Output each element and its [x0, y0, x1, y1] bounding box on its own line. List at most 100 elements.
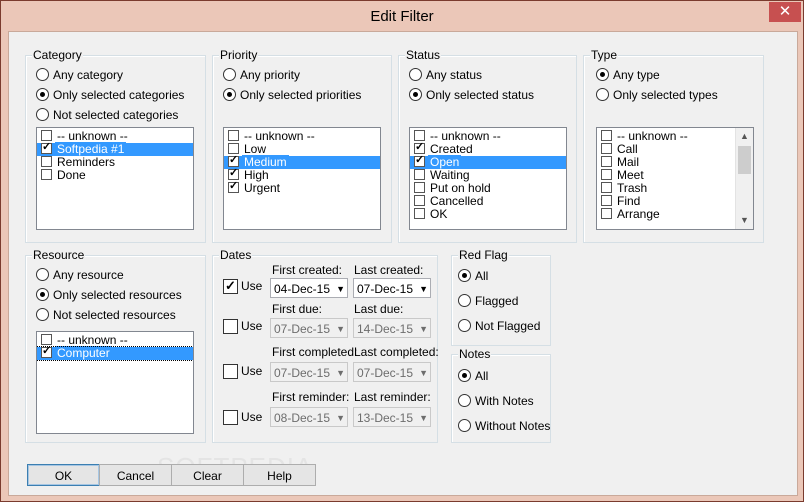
- chevron-down-icon[interactable]: ▼: [336, 319, 345, 339]
- type-list[interactable]: -- unknown -- Call Mail Meet Trash Find …: [596, 127, 754, 230]
- checkbox-icon[interactable]: [414, 208, 425, 219]
- checkbox-icon[interactable]: [601, 195, 612, 206]
- last-created-date-picker[interactable]: 07-Dec-15 ▼: [353, 278, 431, 298]
- checkbox-icon[interactable]: [414, 169, 425, 180]
- red-flag-group-label: Red Flag: [458, 248, 509, 262]
- last-reminder-date-picker[interactable]: 13-Dec-15 ▼: [353, 407, 431, 427]
- checkbox-icon[interactable]: [41, 169, 52, 180]
- category-list[interactable]: -- unknown -- Softpedia #1 Reminders Don…: [36, 127, 194, 230]
- list-item[interactable]: Arrange: [597, 208, 753, 221]
- checkbox-icon[interactable]: [601, 182, 612, 193]
- dates-group-label: Dates: [219, 248, 253, 262]
- radio-any-type[interactable]: Any type: [596, 67, 660, 83]
- priority-list[interactable]: -- unknown -- Low Medium High Urgent: [223, 127, 381, 230]
- resource-list[interactable]: -- unknown -- Computer: [36, 331, 194, 434]
- checkbox-icon[interactable]: [228, 130, 239, 141]
- last-completed-date-picker[interactable]: 07-Dec-15 ▼: [353, 362, 431, 382]
- radio-icon: [223, 68, 236, 81]
- use-label: Use: [241, 319, 263, 333]
- radio-icon: [36, 68, 49, 81]
- checkbox-icon[interactable]: [601, 143, 612, 154]
- notes-group: Notes All With Notes Without Notes: [451, 347, 551, 443]
- radio-flag-all[interactable]: All: [458, 268, 488, 284]
- use-created-checkbox[interactable]: [223, 278, 238, 294]
- checkbox-icon[interactable]: [228, 143, 239, 154]
- status-group: Status Any status Only selected status -…: [398, 48, 577, 243]
- checkbox-icon[interactable]: [414, 154, 425, 167]
- checkbox-icon[interactable]: [228, 154, 239, 167]
- dialog-client-area: SOFTPEDIA Category Any category Only sel…: [8, 31, 798, 496]
- use-reminder-checkbox[interactable]: [223, 410, 238, 425]
- first-created-date-picker[interactable]: 04-Dec-15 ▼: [270, 278, 348, 298]
- chevron-down-icon[interactable]: ▼: [336, 408, 345, 428]
- use-due-checkbox[interactable]: [223, 319, 238, 334]
- list-item[interactable]: OK: [410, 208, 566, 221]
- chevron-down-icon[interactable]: ▼: [336, 279, 345, 299]
- chevron-down-icon[interactable]: ▼: [336, 363, 345, 383]
- scroll-down-arrow-icon[interactable]: ▼: [736, 212, 753, 229]
- checkbox-icon[interactable]: [41, 334, 52, 345]
- checkbox-icon[interactable]: [228, 167, 239, 180]
- radio-not-selected-categories[interactable]: Not selected categories: [36, 107, 178, 123]
- radio-icon: [36, 308, 49, 321]
- radio-any-category[interactable]: Any category: [36, 67, 123, 83]
- checkbox-icon[interactable]: [414, 130, 425, 141]
- ok-button[interactable]: OK: [27, 464, 100, 486]
- list-item[interactable]: Computer: [37, 345, 193, 361]
- chevron-down-icon[interactable]: ▼: [419, 408, 428, 428]
- first-due-date-picker[interactable]: 07-Dec-15 ▼: [270, 318, 348, 338]
- checkbox-icon[interactable]: [41, 141, 52, 154]
- last-due-label: Last due:: [354, 302, 404, 316]
- scroll-thumb[interactable]: [738, 146, 751, 174]
- checkbox-icon[interactable]: [601, 156, 612, 167]
- first-reminder-date-picker[interactable]: 08-Dec-15 ▼: [270, 407, 348, 427]
- chevron-down-icon[interactable]: ▼: [419, 319, 428, 339]
- radio-only-selected-priorities[interactable]: Only selected priorities: [223, 87, 361, 103]
- clear-button[interactable]: Clear: [171, 464, 244, 486]
- last-reminder-label: Last reminder:: [354, 390, 431, 404]
- close-button[interactable]: ✕: [769, 2, 801, 22]
- checkbox-icon[interactable]: [41, 156, 52, 167]
- type-list-scrollbar[interactable]: ▲ ▼: [735, 128, 753, 229]
- radio-without-notes[interactable]: Without Notes: [458, 418, 550, 434]
- checkbox-icon[interactable]: [41, 345, 52, 358]
- checkbox-icon[interactable]: [41, 130, 52, 141]
- checkbox-icon[interactable]: [414, 141, 425, 154]
- checkbox-icon[interactable]: [414, 195, 425, 206]
- checkbox-icon[interactable]: [414, 182, 425, 193]
- notes-group-label: Notes: [458, 347, 492, 361]
- radio-icon: [458, 269, 471, 282]
- checkbox-icon[interactable]: [601, 208, 612, 219]
- radio-with-notes[interactable]: With Notes: [458, 393, 534, 409]
- radio-icon: [36, 108, 49, 121]
- radio-only-selected-resources[interactable]: Only selected resources: [36, 287, 182, 303]
- chevron-down-icon[interactable]: ▼: [419, 363, 428, 383]
- list-item[interactable]: Done: [37, 169, 193, 182]
- use-completed-checkbox[interactable]: [223, 364, 238, 379]
- radio-any-status[interactable]: Any status: [409, 67, 482, 83]
- last-created-label: Last created:: [354, 263, 424, 277]
- radio-flagged[interactable]: Flagged: [458, 293, 518, 309]
- checkbox-icon[interactable]: [601, 130, 612, 141]
- chevron-down-icon[interactable]: ▼: [419, 279, 428, 299]
- status-list[interactable]: -- unknown -- Created Open Waiting Put o…: [409, 127, 567, 230]
- radio-only-selected-status[interactable]: Only selected status: [409, 87, 534, 103]
- cancel-button[interactable]: Cancel: [99, 464, 172, 486]
- first-reminder-label: First reminder:: [272, 390, 350, 404]
- first-completed-date-picker[interactable]: 07-Dec-15 ▼: [270, 362, 348, 382]
- list-item[interactable]: Urgent: [224, 180, 380, 195]
- checkbox-icon[interactable]: [228, 180, 239, 193]
- radio-only-selected-types[interactable]: Only selected types: [596, 87, 718, 103]
- title-bar[interactable]: Edit Filter ✕: [1, 1, 803, 31]
- radio-not-selected-resources[interactable]: Not selected resources: [36, 307, 176, 323]
- radio-notes-all[interactable]: All: [458, 368, 488, 384]
- checkbox-icon[interactable]: [601, 169, 612, 180]
- radio-only-selected-categories[interactable]: Only selected categories: [36, 87, 184, 103]
- last-due-date-picker[interactable]: 14-Dec-15 ▼: [353, 318, 431, 338]
- radio-not-flagged[interactable]: Not Flagged: [458, 318, 540, 334]
- help-button[interactable]: Help: [243, 464, 316, 486]
- radio-any-resource[interactable]: Any resource: [36, 267, 124, 283]
- radio-any-priority[interactable]: Any priority: [223, 67, 300, 83]
- window-title: Edit Filter: [370, 8, 434, 25]
- scroll-up-arrow-icon[interactable]: ▲: [736, 128, 753, 145]
